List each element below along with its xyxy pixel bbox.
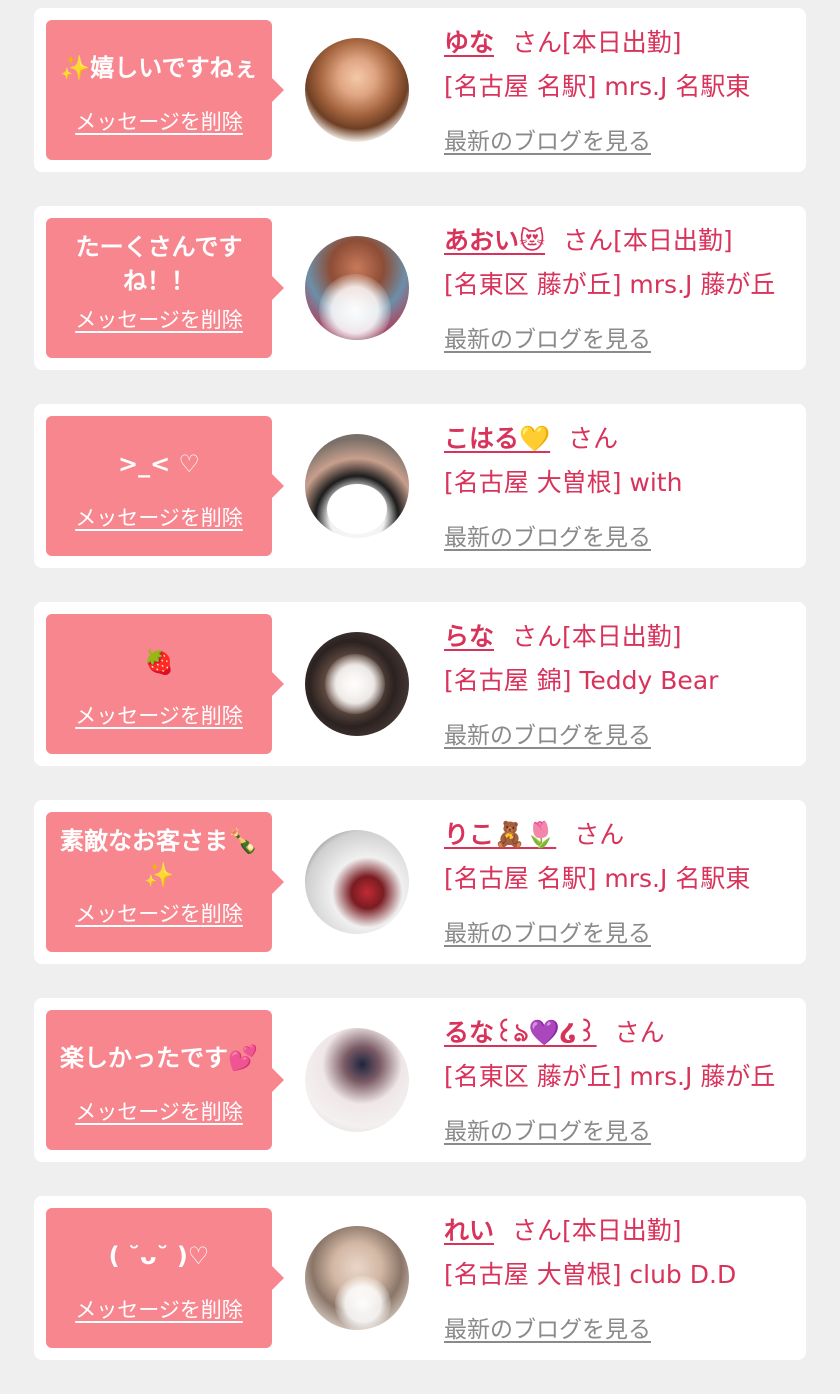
name-line: れい さん[本日出勤] [444, 1214, 798, 1248]
honorific: さん [512, 28, 563, 57]
message-card: ✨嬉しいですねぇ メッセージを削除 ゆな さん[本日出勤] [名古屋 名駅] mr… [34, 8, 806, 172]
store-label: [名古屋 名駅] mrs.J 名駅東 [444, 864, 751, 893]
avatar[interactable] [305, 830, 409, 934]
message-bubble: 楽しかったです💕 メッセージを削除 [46, 1010, 284, 1150]
name-line: るな꒰ঌ💜໒꒱ さん [444, 1016, 798, 1050]
name-line: らな さん[本日出勤] [444, 620, 798, 654]
avatar-blur-heart [335, 1276, 391, 1330]
message-bubble: ( ˘ᴗ˘ )♡ メッセージを削除 [46, 1208, 284, 1348]
avatar-blur-heart [319, 274, 391, 340]
name-line: こはる💛 さん [444, 422, 798, 456]
store-label: [名古屋 錦] Teddy Bear [444, 666, 719, 695]
latest-blog-link[interactable]: 最新のブログを見る [444, 1112, 651, 1146]
message-text: 楽しかったです💕 [60, 1044, 258, 1072]
avatar[interactable] [305, 632, 409, 736]
cast-name-link[interactable]: ゆな [444, 28, 494, 57]
message-bubble: ✨嬉しいですねぇ メッセージを削除 [46, 20, 284, 160]
message-text: 素敵なお客さま🍾✨ [60, 827, 258, 889]
store-label: [名東区 藤が丘] mrs.J 藤が丘 [444, 270, 776, 299]
cast-info: りこ🧸🌷 さん [名古屋 名駅] mrs.J 名駅東 最新のブログを見る [444, 818, 798, 948]
avatar[interactable] [305, 38, 409, 142]
honorific: さん [512, 622, 563, 651]
latest-blog-link[interactable]: 最新のブログを見る [444, 914, 651, 948]
name-line: あおい😻 さん[本日出勤] [444, 224, 798, 258]
avatar[interactable] [305, 236, 409, 340]
cast-name-link[interactable]: らな [444, 622, 494, 651]
honorific: さん [614, 1018, 665, 1047]
message-text: ✨嬉しいですねぇ [60, 54, 258, 82]
cast-info: あおい😻 さん[本日出勤] [名東区 藤が丘] mrs.J 藤が丘 最新のブログを… [444, 224, 798, 354]
honorific: さん [574, 820, 625, 849]
cast-info: らな さん[本日出勤] [名古屋 錦] Teddy Bear 最新のブログを見る [444, 620, 798, 750]
avatar-sticker [327, 484, 387, 534]
message-bubble: 🍓 メッセージを削除 [46, 614, 284, 754]
attendance-status: [本日出勤] [613, 226, 733, 255]
message-text: >_< ♡ [117, 450, 201, 478]
cast-name-link[interactable]: りこ🧸🌷 [444, 820, 556, 849]
attendance-status: [本日出勤] [562, 1216, 682, 1245]
name-line: りこ🧸🌷 さん [444, 818, 798, 852]
cast-name-link[interactable]: あおい😻 [444, 226, 545, 255]
message-card: >_< ♡ メッセージを削除 こはる💛 さん [名古屋 大曽根] with 最新の… [34, 404, 806, 568]
cast-info: ゆな さん[本日出勤] [名古屋 名駅] mrs.J 名駅東 最新のブログを見る [444, 26, 798, 156]
delete-message-link[interactable]: メッセージを削除 [46, 502, 272, 532]
avatar[interactable] [305, 1028, 409, 1132]
message-card: ( ˘ᴗ˘ )♡ メッセージを削除 れい さん[本日出勤] [名古屋 大曽根] c… [34, 1196, 806, 1360]
message-bubble: >_< ♡ メッセージを削除 [46, 416, 284, 556]
message-list: ✨嬉しいですねぇ メッセージを削除 ゆな さん[本日出勤] [名古屋 名駅] mr… [34, 8, 806, 1394]
latest-blog-link[interactable]: 最新のブログを見る [444, 320, 651, 354]
cast-info: るな꒰ঌ💜໒꒱ さん [名東区 藤が丘] mrs.J 藤が丘 最新のブログを見る [444, 1016, 798, 1146]
delete-message-link[interactable]: メッセージを削除 [46, 1294, 272, 1324]
store-label: [名東区 藤が丘] mrs.J 藤が丘 [444, 1062, 776, 1091]
delete-message-link[interactable]: メッセージを削除 [46, 304, 272, 334]
message-card: 🍓 メッセージを削除 らな さん[本日出勤] [名古屋 錦] Teddy Bear… [34, 602, 806, 766]
message-text: 🍓 [144, 648, 174, 676]
cast-name-link[interactable]: こはる💛 [444, 424, 550, 453]
honorific: さん [563, 226, 614, 255]
name-line: ゆな さん[本日出勤] [444, 26, 798, 60]
latest-blog-link[interactable]: 最新のブログを見る [444, 122, 651, 156]
latest-blog-link[interactable]: 最新のブログを見る [444, 716, 651, 750]
latest-blog-link[interactable]: 最新のブログを見る [444, 518, 651, 552]
latest-blog-link[interactable]: 最新のブログを見る [444, 1310, 651, 1344]
cast-name-link[interactable]: るな꒰ঌ💜໒꒱ [444, 1018, 597, 1047]
avatar-blur [325, 654, 385, 714]
avatar[interactable] [305, 1226, 409, 1330]
message-text: たーくさんですね！！ [75, 233, 243, 295]
avatar[interactable] [305, 434, 409, 538]
message-bubble: たーくさんですね！！ メッセージを削除 [46, 218, 284, 358]
attendance-status: [本日出勤] [562, 28, 682, 57]
store-label: [名古屋 大曽根] with [444, 468, 683, 497]
message-card: 楽しかったです💕 メッセージを削除 るな꒰ঌ💜໒꒱ さん [名東区 藤が丘] mr… [34, 998, 806, 1162]
delete-message-link[interactable]: メッセージを削除 [46, 1096, 272, 1126]
attendance-status: [本日出勤] [562, 622, 682, 651]
cast-name-link[interactable]: れい [444, 1216, 494, 1245]
store-label: [名古屋 名駅] mrs.J 名駅東 [444, 72, 751, 101]
delete-message-link[interactable]: メッセージを削除 [46, 700, 272, 730]
message-text: ( ˘ᴗ˘ )♡ [108, 1242, 210, 1270]
honorific: さん [512, 1216, 563, 1245]
cast-info: れい さん[本日出勤] [名古屋 大曽根] club D.D 最新のブログを見る [444, 1214, 798, 1344]
message-card: たーくさんですね！！ メッセージを削除 あおい😻 さん[本日出勤] [名東区 藤が… [34, 206, 806, 370]
cast-info: こはる💛 さん [名古屋 大曽根] with 最新のブログを見る [444, 422, 798, 552]
honorific: さん [568, 424, 619, 453]
delete-message-link[interactable]: メッセージを削除 [46, 898, 272, 928]
delete-message-link[interactable]: メッセージを削除 [46, 106, 272, 136]
store-label: [名古屋 大曽根] club D.D [444, 1260, 737, 1289]
message-card: 素敵なお客さま🍾✨ メッセージを削除 りこ🧸🌷 さん [名古屋 名駅] mrs.J… [34, 800, 806, 964]
message-bubble: 素敵なお客さま🍾✨ メッセージを削除 [46, 812, 284, 952]
